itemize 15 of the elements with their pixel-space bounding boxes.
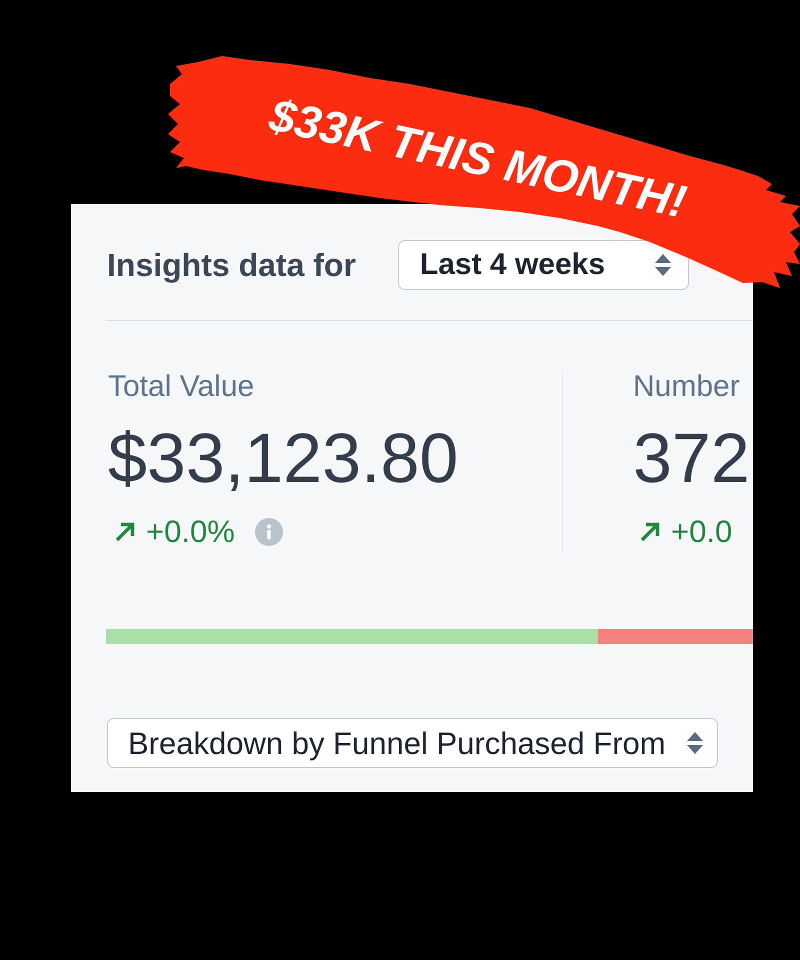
info-icon[interactable] — [254, 518, 283, 546]
change-percent: +0.0 — [671, 516, 732, 547]
stat-label: Number — [633, 372, 740, 402]
insights-title: Insights data for — [107, 249, 356, 281]
promo-headline: $33K THIS MONTH! — [266, 91, 690, 225]
arrow-up-right-icon — [114, 520, 136, 542]
stat-label: Total Value — [108, 372, 254, 402]
period-select[interactable]: Last 4 weeks — [398, 240, 689, 290]
breakdown-select[interactable]: Breakdown by Funnel Purchased From — [107, 718, 718, 768]
stat-value: $33,123.80 — [108, 423, 458, 493]
arrow-up-right-icon — [639, 520, 661, 542]
up-down-caret-icon — [654, 253, 672, 277]
up-down-caret-icon — [686, 731, 704, 755]
change-percent: +0.0% — [146, 516, 235, 547]
stat-value: 372 — [633, 423, 750, 493]
